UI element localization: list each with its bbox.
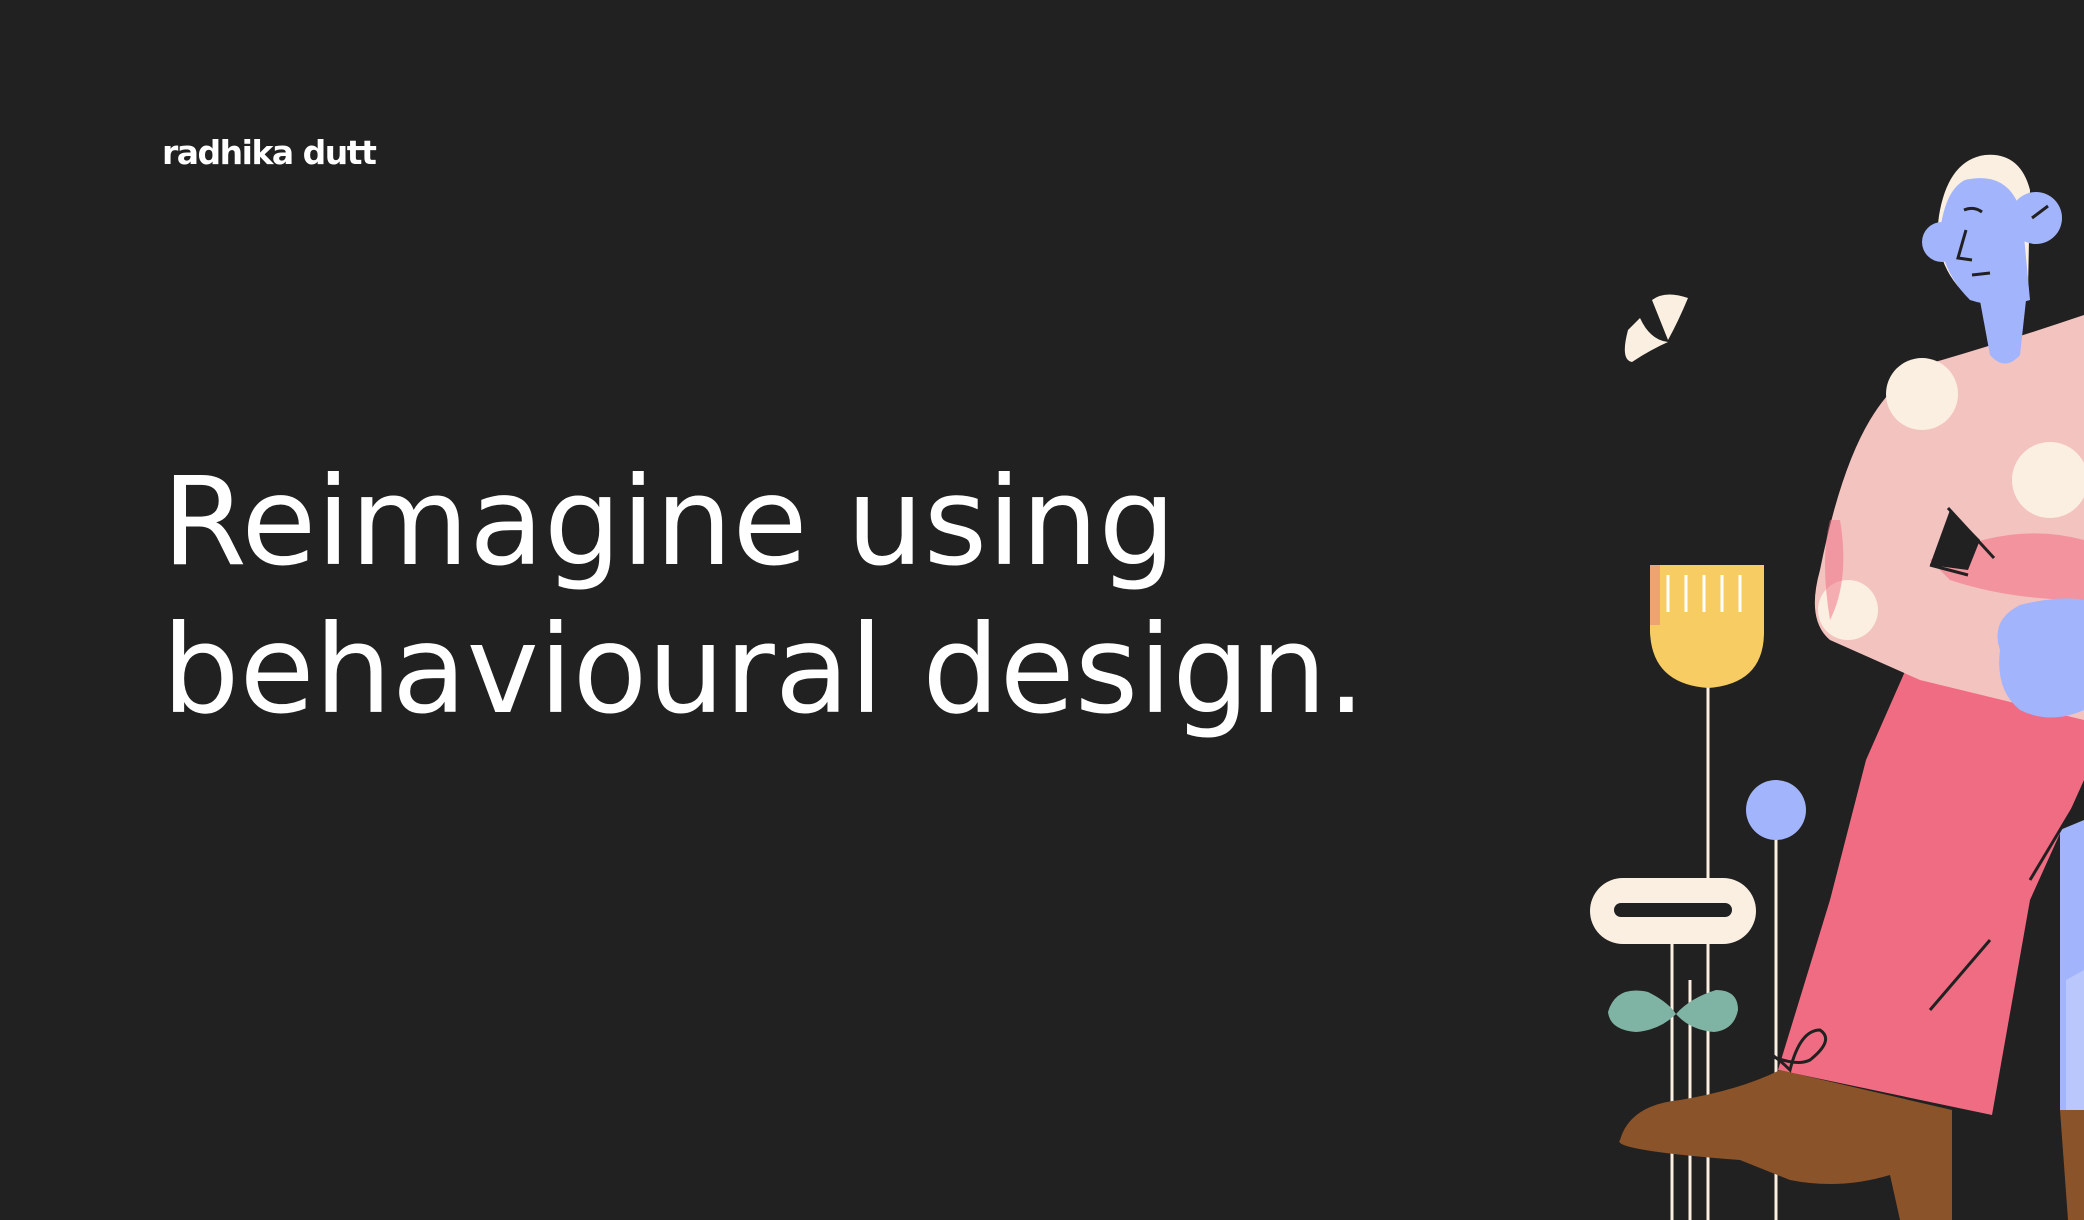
hero-line-1: Reimagine using [162,451,1176,593]
brand-logo[interactable]: radhika dutt [162,136,377,169]
yellow-tulip [1650,565,1764,688]
person-with-flowers-illustration [1590,154,2084,1220]
leaf-shape [1624,294,1688,362]
head [1922,154,2062,305]
hero-heading: Reimagine using behavioural design. [162,448,1366,744]
cream-pill-shape [1590,878,1756,944]
blue-circle-flower [1746,780,1806,840]
hero-line-2: behavioural design. [162,599,1366,741]
hand [1997,598,2084,718]
